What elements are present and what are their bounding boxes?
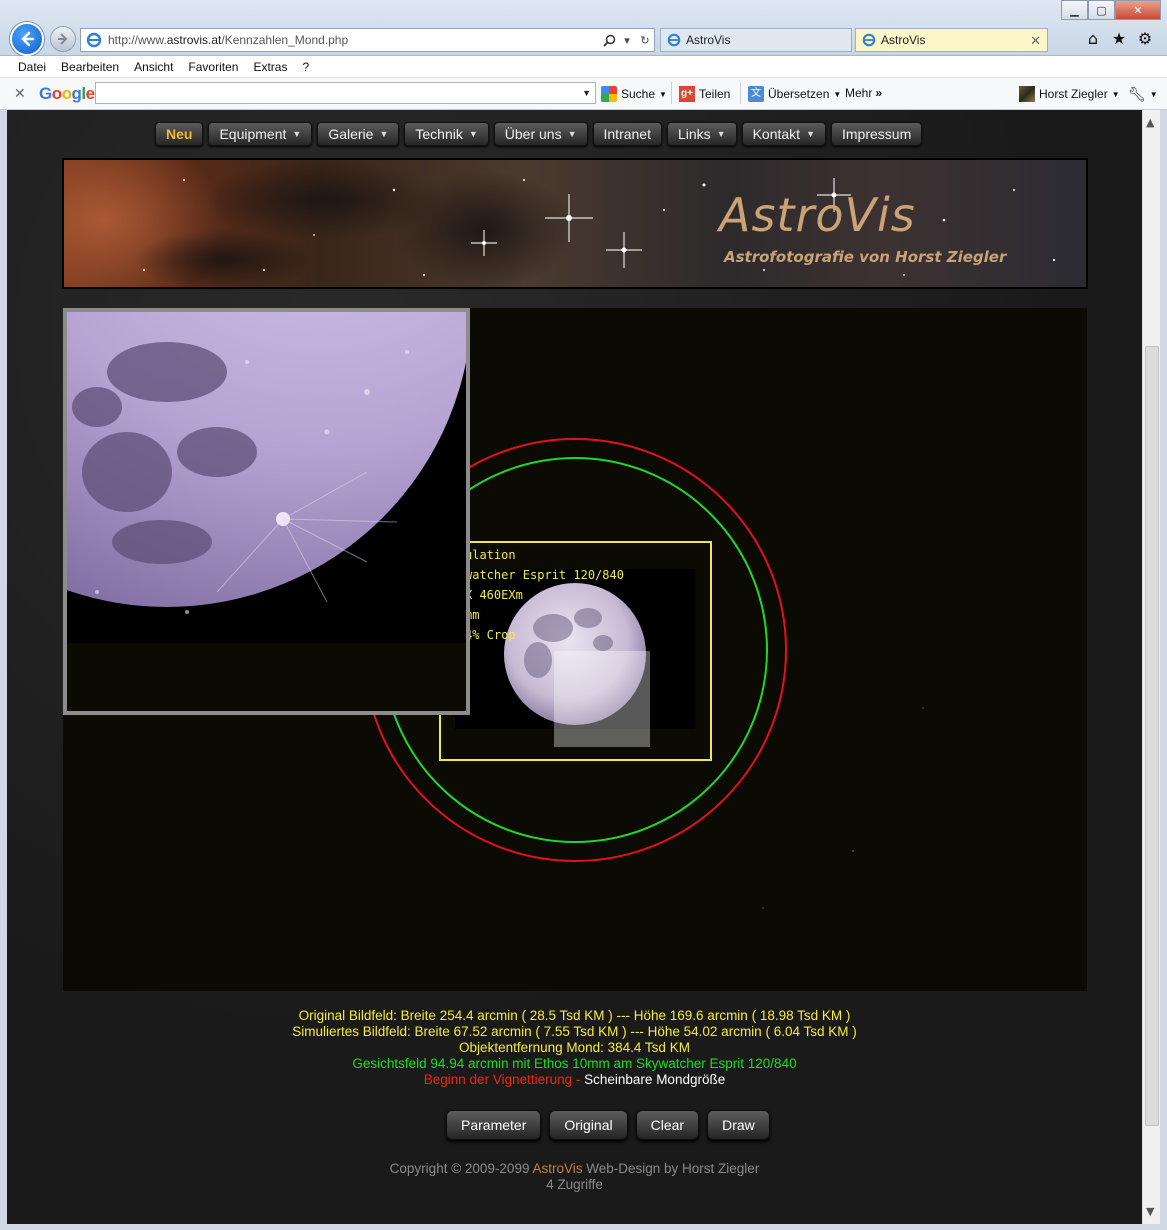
vertical-scrollbar[interactable]: ▲ ▼	[1142, 110, 1160, 1224]
address-bar[interactable]: http://www.astrovis.at/Kennzahlen_Mond.p…	[80, 28, 655, 52]
copyright-line: Copyright © 2009-2099 AstroVis Web-Desig…	[389, 1161, 760, 1176]
clear-button[interactable]: Clear	[635, 1110, 700, 1140]
browser-titlebar: http://www.astrovis.at/Kennzahlen_Mond.p…	[0, 0, 1167, 56]
browser-right-icons: ⌂ ★ ⚙	[1084, 29, 1154, 48]
search-icon[interactable]	[600, 31, 618, 49]
refresh-icon[interactable]: ↻	[636, 31, 654, 49]
more-button[interactable]: Mehr»	[845, 86, 882, 100]
simulation-info-text: ulation watcher Esprit 120/840 X 460EXm …	[465, 548, 624, 642]
chevron-down-icon[interactable]: ▼	[582, 88, 591, 98]
scroll-up-icon[interactable]: ▲	[1146, 116, 1154, 129]
dropdown-arrow-icon: ▼	[468, 129, 478, 139]
legend-line: Beginn der Vignettierung - Scheinbare Mo…	[423, 1072, 726, 1087]
action-buttons: Parameter Original Clear Draw	[446, 1110, 770, 1140]
translate-button[interactable]: 文 Übersetzen ▼	[748, 86, 841, 102]
nav-neu[interactable]: Neu	[155, 122, 204, 146]
home-icon[interactable]: ⌂	[1084, 29, 1102, 48]
chevron-down-icon[interactable]: ▾	[618, 31, 636, 49]
toolbar-separator	[740, 82, 741, 104]
measurement-stats: Original Bildfeld: Breite 254.4 arcmin (…	[7, 1008, 1142, 1088]
menu-datei[interactable]: Datei	[18, 60, 46, 74]
moon-simulation-canvas[interactable]: ulation watcher Esprit 120/840 X 460EXm …	[63, 308, 1087, 991]
google-user-menu[interactable]: Horst Ziegler ▼	[1019, 86, 1120, 102]
ie-page-icon	[86, 32, 102, 48]
zoomed-moon	[67, 312, 466, 711]
ie-tab-icon	[862, 33, 876, 47]
draw-button[interactable]: Draw	[707, 1110, 770, 1140]
dropdown-arrow-icon: ▼	[716, 129, 726, 139]
page-viewport: Neu Equipment ▼ Galerie ▼ Technik ▼ Über un…	[7, 110, 1142, 1224]
google-search-input[interactable]: ▼	[95, 82, 596, 104]
menu-bearbeiten[interactable]: Bearbeiten	[61, 60, 119, 74]
settings-gear-icon[interactable]: ⚙	[1136, 29, 1154, 48]
back-button[interactable]	[10, 22, 44, 56]
wrench-settings-button[interactable]: 🔧︎ ▼	[1128, 86, 1158, 103]
tab-title: AstroVis	[686, 33, 731, 47]
site-navigation: Neu Equipment ▼ Galerie ▼ Technik ▼ Über un…	[155, 122, 923, 146]
tab-astrovis-1[interactable]: AstroVis	[660, 28, 852, 52]
arrow-right-icon	[58, 33, 68, 45]
google-logo: Google	[39, 84, 95, 103]
close-window-button[interactable]: ✕	[1115, 0, 1161, 20]
banner-title: AstroVis	[719, 188, 916, 242]
window-controls: ▁ ▢ ✕	[1061, 0, 1161, 20]
original-field-text: Original Bildfeld: Breite 254.4 arcmin (…	[298, 1008, 851, 1023]
dropdown-arrow-icon: ▼	[379, 129, 389, 139]
vignette-legend: Beginn der Vignettierung	[423, 1072, 573, 1087]
distance-text: Objektentfernung Mond: 384.4 Tsd KM	[459, 1040, 690, 1055]
translate-icon: 文	[748, 86, 764, 102]
menu-extras[interactable]: Extras	[253, 60, 287, 74]
google-search-icon	[601, 86, 617, 102]
nav-impressum[interactable]: Impressum	[831, 122, 923, 146]
menu-favoriten[interactable]: Favoriten	[188, 60, 238, 74]
close-tab-icon[interactable]: ✕	[1030, 33, 1041, 49]
nav-kontakt[interactable]: Kontakt ▼	[741, 122, 826, 146]
maximize-button[interactable]: ▢	[1088, 0, 1115, 20]
faint-stars	[762, 707, 924, 909]
tab-astrovis-2[interactable]: AstroVis ✕	[855, 28, 1048, 52]
google-toolbar: ✕ Google ▼ Suche ▼ g+ Teilen 文 Übersetzen…	[0, 78, 1167, 110]
original-button[interactable]: Original	[549, 1110, 628, 1140]
nav-intranet[interactable]: Intranet	[592, 122, 662, 146]
toolbar-separator	[671, 82, 672, 104]
nav-galerie[interactable]: Galerie ▼	[317, 122, 400, 146]
wrench-icon: 🔧︎	[1128, 86, 1146, 102]
arrow-left-icon	[21, 31, 35, 47]
banner-subtitle: Astrofotografie von Horst Ziegler	[724, 248, 1007, 266]
site-banner[interactable]: AstroVis Astrofotografie von Horst Ziegl…	[62, 158, 1088, 289]
banner-starfield	[64, 160, 1056, 287]
google-search-button[interactable]: Suche ▼	[601, 86, 667, 102]
nav-equipment[interactable]: Equipment ▼	[208, 122, 313, 146]
tab-title: AstroVis	[881, 33, 926, 47]
close-toolbar-icon[interactable]: ✕	[14, 85, 26, 102]
crop-selection-rect[interactable]	[554, 651, 650, 747]
ie-tab-icon	[667, 33, 681, 47]
dropdown-arrow-icon: ▼	[567, 129, 577, 139]
menu-help[interactable]: ?	[302, 60, 309, 74]
fov-text: Gesichtsfeld 94.94 arcmin mit Ethos 10mm…	[352, 1056, 797, 1071]
minimize-button[interactable]: ▁	[1061, 0, 1088, 20]
scroll-thumb[interactable]	[1145, 346, 1159, 1126]
favorites-star-icon[interactable]: ★	[1110, 29, 1128, 48]
avatar	[1019, 86, 1035, 102]
zoom-preview	[63, 308, 470, 715]
share-button[interactable]: g+ Teilen	[679, 86, 730, 102]
menu-ansicht[interactable]: Ansicht	[134, 60, 173, 74]
footer-brand-link[interactable]: AstroVis	[532, 1161, 582, 1176]
forward-button[interactable]	[50, 26, 76, 52]
nav-ueber-uns[interactable]: Über uns ▼	[493, 122, 588, 146]
visit-counter: 4 Zugriffe	[546, 1177, 603, 1192]
apparent-size-legend: Scheinbare Mondgröße	[584, 1072, 726, 1087]
url-text[interactable]: http://www.astrovis.at/Kennzahlen_Mond.p…	[108, 33, 600, 47]
dropdown-arrow-icon: ▼	[806, 129, 815, 139]
page-footer: Copyright © 2009-2099 AstroVis Web-Desig…	[7, 1161, 1142, 1193]
menu-bar: Datei Bearbeiten Ansicht Favoriten Extra…	[0, 56, 1167, 78]
nav-technik[interactable]: Technik ▼	[404, 122, 489, 146]
google-plus-icon: g+	[679, 86, 695, 102]
nav-links[interactable]: Links ▼	[666, 122, 737, 146]
parameter-button[interactable]: Parameter	[446, 1110, 542, 1140]
simulated-field-text: Simuliertes Bildfeld: Breite 67.52 arcmi…	[292, 1024, 857, 1039]
scroll-down-icon[interactable]: ▼	[1146, 1205, 1154, 1218]
dropdown-arrow-icon: ▼	[292, 129, 302, 139]
